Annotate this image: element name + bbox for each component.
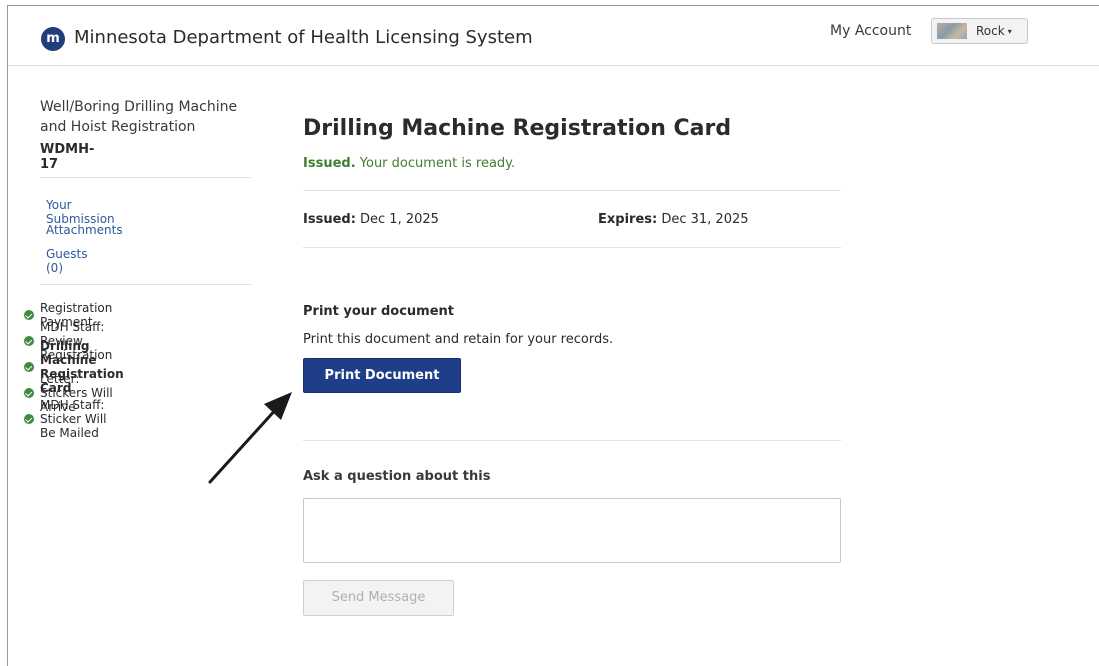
check-circle-icon [24,414,34,424]
expires-label: Expires: [598,212,658,227]
check-circle-icon [24,362,34,372]
check-circle-icon [24,310,34,320]
divider [303,247,841,248]
mdh-logo: m [41,27,65,51]
chevron-down-icon: ▾ [1007,26,1012,36]
divider [40,177,251,178]
page-title: Drilling Machine Registration Card [303,116,732,141]
divider [303,190,841,191]
step-sticker-mailed[interactable]: MDH Staff: Sticker Will Be Mailed [24,398,124,440]
issued-label: Issued: [303,212,356,227]
sidebar-link-your-submission[interactable]: Your Submission [46,198,115,226]
status-message: Issued. Your document is ready. [303,156,515,171]
user-menu-button[interactable]: Rock ▾ [931,18,1028,44]
registration-title: Well/Boring Drilling Machine and Hoist R… [40,99,238,135]
issued-date: Issued: Dec 1, 2025 [303,212,439,227]
divider [303,440,841,441]
issued-value: Dec 1, 2025 [355,212,439,227]
divider [40,284,251,285]
my-account-link[interactable]: My Account [830,23,911,39]
ask-question-heading: Ask a question about this [303,469,491,484]
step-label: MDH Staff: Sticker Will Be Mailed [40,398,107,440]
expires-value: Dec 31, 2025 [657,212,749,227]
send-message-button[interactable]: Send Message [303,580,454,616]
app-title: Minnesota Department of Health Licensing… [74,27,533,48]
question-textarea[interactable] [303,498,841,563]
sidebar-link-attachments[interactable]: Attachments [46,223,123,237]
check-circle-icon [24,336,34,346]
status-strong: Issued. [303,156,356,171]
workflow-steps: Registration Payment MDH Staff: Review R… [24,301,124,440]
print-document-button[interactable]: Print Document [303,358,461,393]
print-heading: Print your document [303,304,455,319]
status-text: Your document is ready. [355,156,516,171]
print-description: Print this document and retain for your … [303,332,614,347]
expires-date: Expires: Dec 31, 2025 [598,212,749,227]
sidebar-link-guests[interactable]: Guests (0) [46,247,88,275]
check-circle-icon [24,388,34,398]
registration-code: WDMH-17 [40,142,95,172]
annotation-arrow-icon [208,392,292,484]
avatar [937,23,967,39]
app-header: m Minnesota Department of Health Licensi… [8,6,1099,66]
user-name: Rock [976,24,1005,38]
